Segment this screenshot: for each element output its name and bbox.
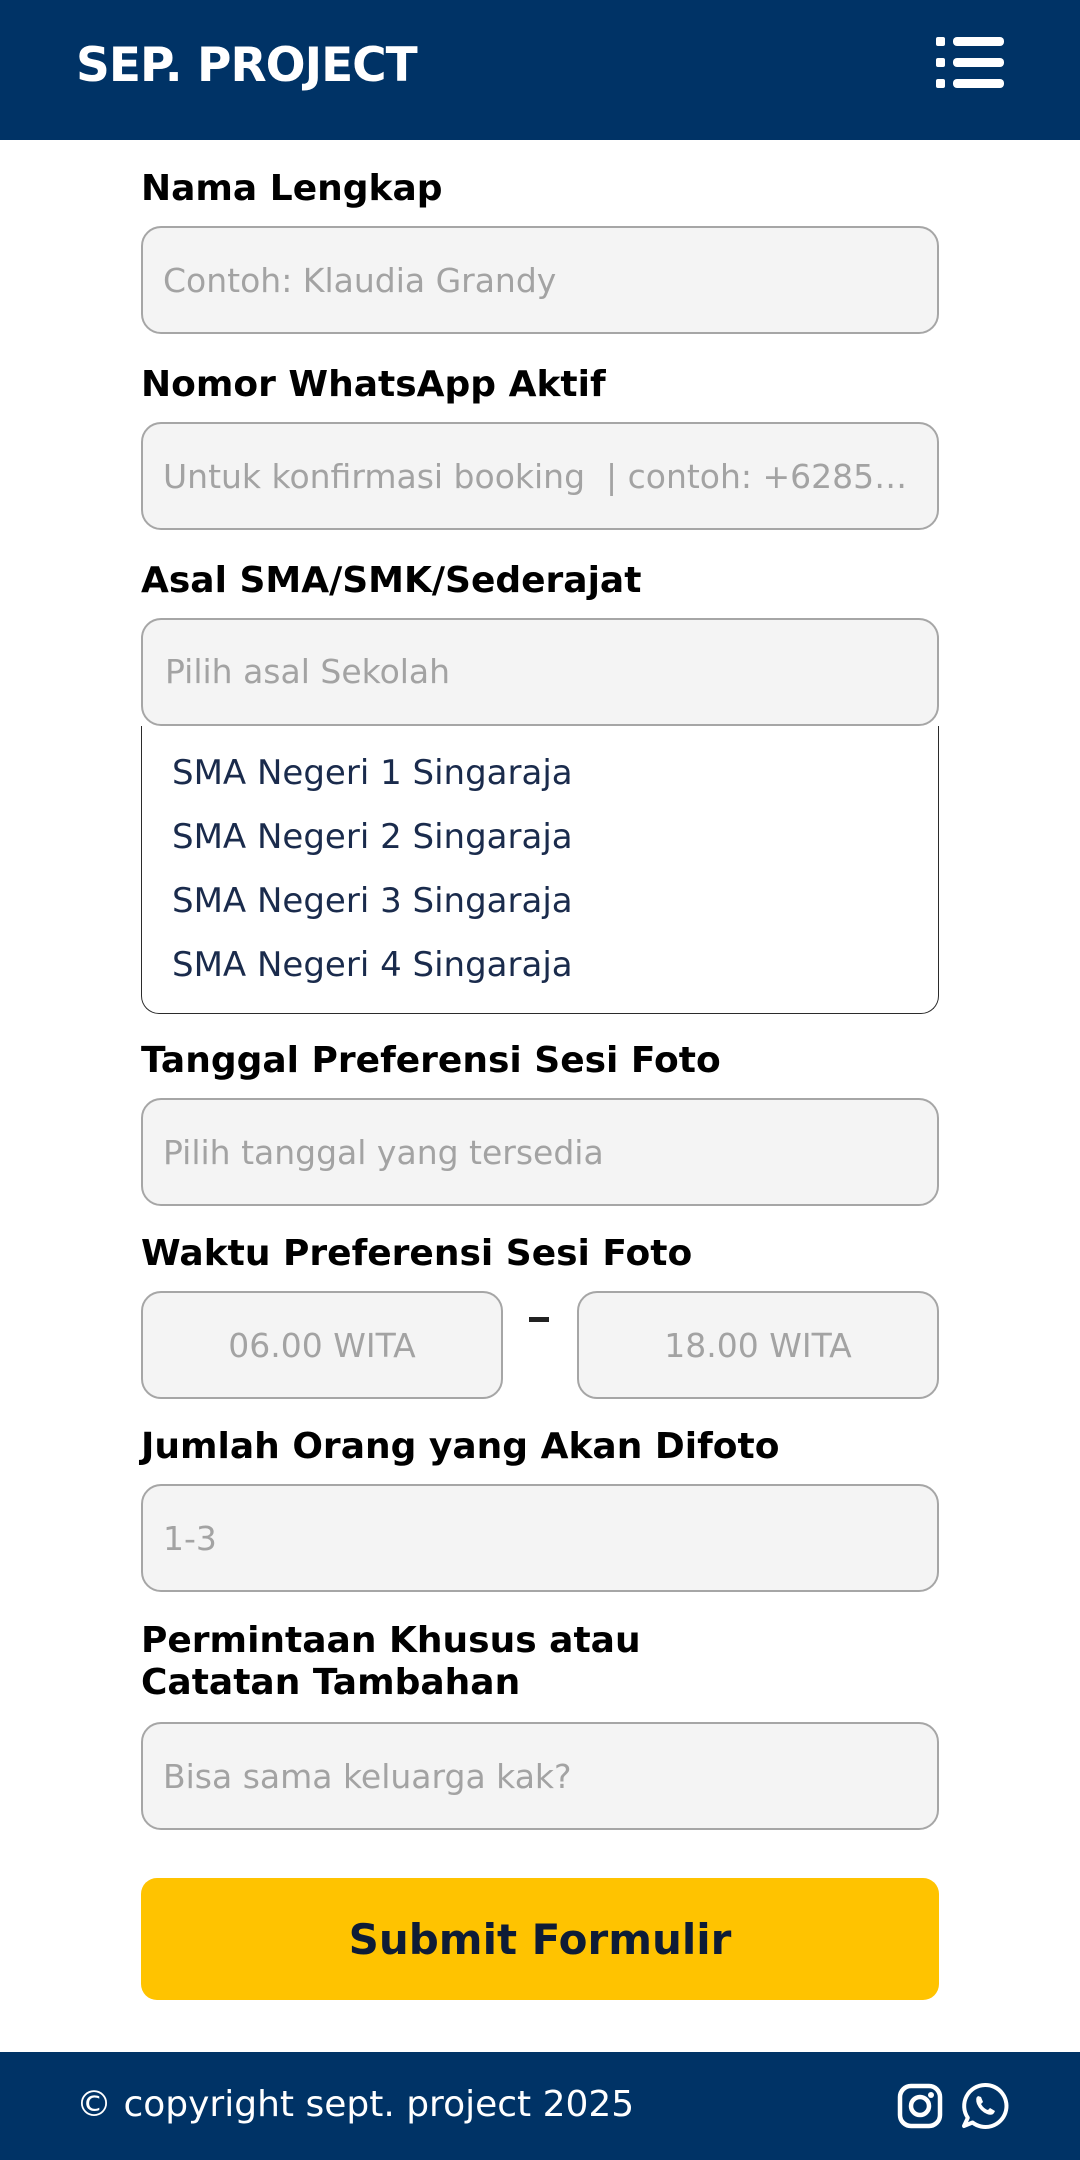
- notes-input[interactable]: [141, 1722, 939, 1830]
- whatsapp-label: Nomor WhatsApp Aktif: [141, 364, 606, 405]
- whatsapp-icon[interactable]: [960, 2081, 1010, 2131]
- school-option[interactable]: SMA Negeri 2 Singaraja: [172, 815, 573, 859]
- school-dropdown-list: SMA Negeri 1 Singaraja SMA Negeri 2 Sing…: [141, 726, 939, 1014]
- instagram-icon[interactable]: [896, 2082, 944, 2130]
- time-end-input[interactable]: [577, 1291, 939, 1399]
- school-label: Asal SMA/SMK/Sederajat: [141, 560, 642, 601]
- school-option[interactable]: SMA Negeri 3 Singaraja: [172, 879, 573, 923]
- notes-label-line1: Permintaan Khusus atau: [141, 1620, 641, 1661]
- full-name-label: Nama Lengkap: [141, 168, 443, 209]
- time-separator: [529, 1317, 549, 1322]
- school-option[interactable]: SMA Negeri 1 Singaraja: [172, 751, 573, 795]
- school-option[interactable]: SMA Negeri 4 Singaraja: [172, 943, 573, 987]
- top-navbar: SEP. PROJECT: [0, 0, 1080, 140]
- whatsapp-input[interactable]: [141, 422, 939, 530]
- people-count-input[interactable]: [141, 1484, 939, 1592]
- time-start-input[interactable]: [141, 1291, 503, 1399]
- menu-list-icon[interactable]: [936, 34, 1006, 90]
- date-label: Tanggal Preferensi Sesi Foto: [141, 1040, 721, 1081]
- brand-logo-text[interactable]: SEP. PROJECT: [76, 36, 418, 96]
- footer: © copyright sept. project 2025: [0, 2052, 1080, 2160]
- time-label: Waktu Preferensi Sesi Foto: [141, 1233, 693, 1274]
- date-input[interactable]: [141, 1098, 939, 1206]
- school-select[interactable]: Pilih asal Sekolah: [141, 618, 939, 726]
- people-count-label: Jumlah Orang yang Akan Difoto: [141, 1426, 780, 1467]
- submit-form-button[interactable]: Submit Formulir: [141, 1878, 939, 2000]
- copyright-text: © copyright sept. project 2025: [76, 2084, 635, 2125]
- school-select-placeholder: Pilih asal Sekolah: [165, 652, 451, 691]
- full-name-input[interactable]: [141, 226, 939, 334]
- notes-label-line2: Catatan Tambahan: [141, 1662, 521, 1703]
